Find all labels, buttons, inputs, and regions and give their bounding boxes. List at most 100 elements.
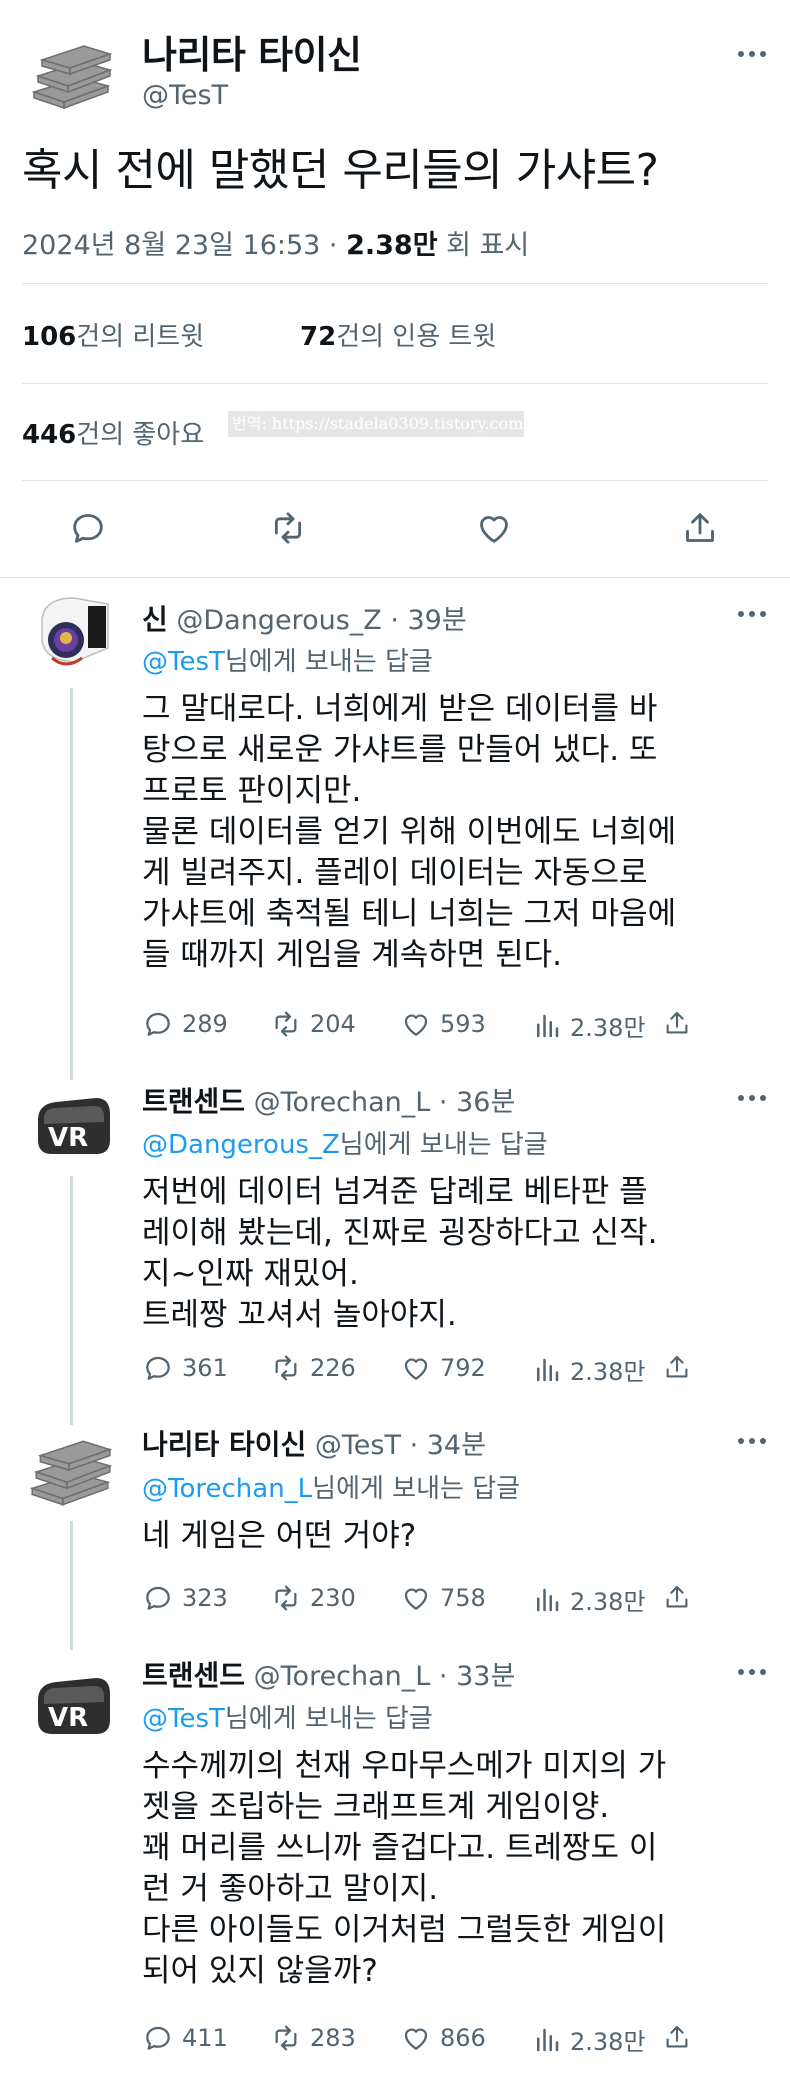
share-icon[interactable] — [680, 508, 720, 548]
reply-text-line: 젯을 조립하는 크래프트계 게임이양. — [142, 1789, 610, 1825]
reply-mention[interactable]: @TesT — [142, 1704, 225, 1734]
reply-mention[interactable]: @Torechan_L — [142, 1474, 312, 1504]
reply-button[interactable]: 323 — [142, 1582, 228, 1614]
reply-author-handle[interactable]: @Dangerous_Z · 39분 — [176, 605, 466, 636]
reply-text-line: 탕으로 새로운 가샤트를 만들어 냈다. 또 — [142, 732, 658, 768]
tweet-views: 2.38만 — [346, 230, 438, 261]
reply-icon — [146, 1356, 170, 1380]
reply-icon — [146, 1012, 170, 1036]
reply-icon — [146, 1586, 170, 1610]
tweet-detail-page: 나리타 타이신 @TesT 혹시 전에 말했던 우리들의 가샤트? 2024년 … — [0, 0, 790, 2075]
thread-line — [70, 1520, 73, 1650]
reply-text-line: 런 거 좋아하고 말이지. — [142, 1871, 439, 1907]
reply-button[interactable]: 361 — [142, 1352, 228, 1384]
retweet-count: 230 — [310, 1584, 356, 1612]
reply-mention[interactable]: @TesT — [142, 647, 225, 677]
retweet-icon[interactable] — [268, 508, 308, 548]
retweet-icon — [275, 1585, 297, 1611]
reply-author-handle[interactable]: @Torechan_L · 33분 — [254, 1661, 516, 1692]
retweet-button[interactable]: 226 — [270, 1352, 356, 1384]
like-count: 866 — [440, 2024, 486, 2052]
retweet-button[interactable]: 230 — [270, 1582, 356, 1614]
share-button[interactable] — [662, 1582, 692, 1612]
reply-text-line: 레이해 봤는데, 진짜로 굉장하다고 신작. — [142, 1215, 658, 1251]
reply-author-handle[interactable]: @TesT · 34분 — [315, 1430, 486, 1461]
reply-author-name[interactable]: 나리타 타이신 — [142, 1428, 306, 1461]
reply-author-name[interactable]: 트랜센드 — [142, 1659, 245, 1692]
like-button[interactable]: 866 — [400, 2022, 486, 2054]
replying-to: @Torechan_L님에게 보내는 답글 — [142, 1468, 520, 1505]
reply-button[interactable]: 411 — [142, 2022, 228, 2054]
quotes-stat[interactable]: 72건의 인용 트윗 — [300, 316, 496, 353]
reply-avatar[interactable] — [22, 590, 118, 686]
reply-avatar[interactable]: VR — [22, 1080, 118, 1176]
divider — [22, 283, 768, 284]
like-button[interactable]: 792 — [400, 1352, 486, 1384]
reply-avatar[interactable]: VR — [22, 1660, 118, 1756]
share-button[interactable] — [662, 1352, 692, 1382]
author-name[interactable]: 나리타 타이신 — [142, 24, 362, 79]
retweet-button[interactable]: 204 — [270, 1008, 356, 1040]
share-icon — [666, 1355, 688, 1378]
more-options-icon[interactable] — [738, 611, 766, 617]
likes-label: 건의 좋아요 — [76, 420, 205, 450]
reply-icon[interactable] — [68, 508, 108, 548]
reply-author-handle[interactable]: @Torechan_L · 36분 — [254, 1087, 516, 1118]
retweet-button[interactable]: 283 — [270, 2022, 356, 2054]
replying-to: @TesT님에게 보내는 답글 — [142, 1698, 433, 1735]
tweet-views-label: 회 표시 — [437, 230, 530, 261]
reply-text-line: 트레짱 꼬셔서 놀아야지. — [142, 1297, 457, 1333]
like-count: 758 — [440, 1584, 486, 1612]
views-count: 2.38만 — [570, 1014, 646, 1042]
reply-icon — [146, 2026, 170, 2050]
author-avatar[interactable] — [24, 30, 118, 124]
retweet-icon — [275, 2025, 297, 2051]
retweet-count: 283 — [310, 2024, 356, 2052]
like-button[interactable]: 758 — [400, 1582, 486, 1614]
like-icon — [404, 1588, 428, 1610]
share-button[interactable] — [662, 2022, 692, 2052]
reply-count: 289 — [182, 1010, 228, 1038]
retweets-stat[interactable]: 106건의 리트윗 — [22, 316, 204, 353]
like-button[interactable]: 593 — [400, 1008, 486, 1040]
reply-count: 323 — [182, 1584, 228, 1612]
reply-text: 저번에 데이터 넘겨준 답례로 베타판 플 레이해 봤는데, 진짜로 굉장하다고… — [142, 1172, 772, 1336]
reply-action-bar: 289 204 593 2.38만 — [142, 1008, 702, 1042]
views-button[interactable]: 2.38만 — [532, 1008, 646, 1043]
thread-line — [70, 688, 73, 1098]
views-icon — [537, 1358, 559, 1381]
retweets-count: 106 — [22, 322, 77, 352]
more-options-icon[interactable] — [738, 1438, 766, 1444]
divider — [0, 577, 790, 578]
retweet-icon — [275, 1355, 297, 1381]
svg-text:VR: VR — [48, 1703, 88, 1733]
reply-text-line: 가샤트에 축적될 테니 너희는 그저 마음에 — [142, 896, 677, 932]
views-button[interactable]: 2.38만 — [532, 1582, 646, 1617]
more-options-icon[interactable] — [738, 1095, 766, 1101]
reply-text: 그 말대로다. 너희에게 받은 데이터를 바 탕으로 새로운 가샤트를 만들어 … — [142, 689, 772, 976]
reply-header: 트랜센드 @Torechan_L · 33분 — [142, 1654, 515, 1694]
reply-text-line: 저번에 데이터 넘겨준 답례로 베타판 플 — [142, 1174, 648, 1210]
reply-button[interactable]: 289 — [142, 1008, 228, 1040]
tweet-date[interactable]: 2024년 8월 23일 16:53 · — [22, 230, 346, 261]
author-handle[interactable]: @TesT — [142, 80, 228, 111]
likes-stat[interactable]: 446건의 좋아요 — [22, 414, 204, 451]
views-button[interactable]: 2.38만 — [532, 2022, 646, 2057]
divider — [22, 480, 768, 481]
share-button[interactable] — [662, 1008, 692, 1038]
reply-text-line: 그 말대로다. 너희에게 받은 데이터를 바 — [142, 691, 658, 727]
views-button[interactable]: 2.38만 — [532, 1352, 646, 1387]
reply-text-line: 지~인짜 재밌어. — [142, 1256, 359, 1292]
reply-author-name[interactable]: 신 — [142, 603, 168, 636]
translation-watermark: 번역: https://stadela0309.tistory.com — [228, 411, 524, 437]
reply-count: 411 — [182, 2024, 228, 2052]
like-icon[interactable] — [474, 508, 514, 548]
reply-text: 네 게임은 어떤 거야? — [142, 1516, 772, 1557]
views-count: 2.38만 — [570, 2028, 646, 2056]
reply-text-line: 네 게임은 어떤 거야? — [142, 1518, 417, 1554]
more-options-icon[interactable] — [738, 51, 766, 57]
reply-mention[interactable]: @Dangerous_Z — [142, 1130, 340, 1160]
reply-avatar[interactable] — [22, 1425, 118, 1521]
reply-author-name[interactable]: 트랜센드 — [142, 1085, 245, 1118]
more-options-icon[interactable] — [738, 1669, 766, 1675]
